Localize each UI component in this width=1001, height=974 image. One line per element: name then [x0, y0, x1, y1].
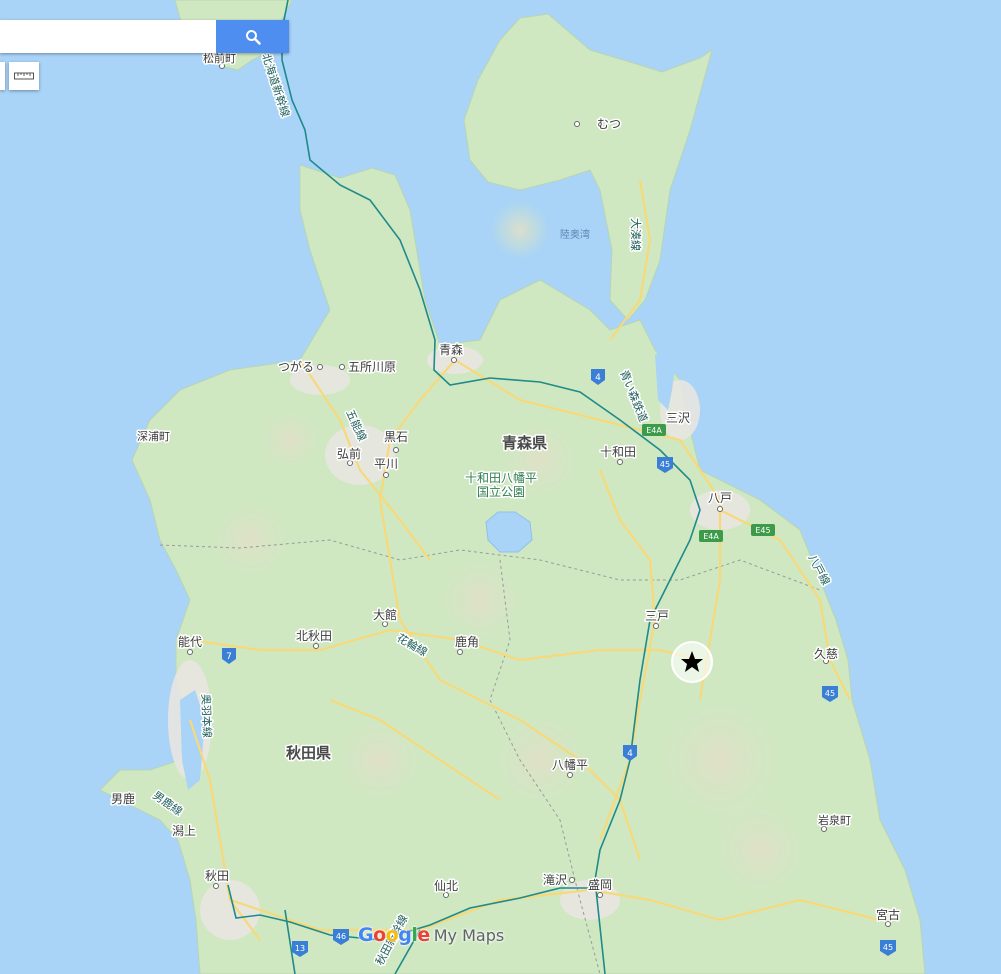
city-label-towada: 十和田	[600, 445, 636, 459]
city-label-hachinohe: 八戸	[708, 491, 732, 505]
map-canvas[interactable]: 青森県 秋田県 十和田八幡平 国立公園 陸奥湾 松前町 むつ 青森 つがる 五所	[0, 0, 1001, 974]
google-logo: Google	[358, 924, 430, 946]
city-label-noshiro: 能代	[178, 635, 202, 649]
city-label-iwaizumi: 岩泉町	[818, 813, 851, 827]
road-shield-r45-a-label: 45	[660, 460, 670, 469]
google-logo-letter-4: g	[398, 924, 412, 946]
city-label-kitaakita: 北秋田	[296, 629, 332, 643]
google-logo-letter-1: G	[358, 924, 374, 946]
road-shield-r7-label: 7	[226, 652, 232, 662]
google-my-maps-attribution: Google My Maps	[358, 923, 504, 947]
city-label-akita: 秋田	[205, 869, 229, 883]
city-label-aomori: 青森	[439, 342, 463, 357]
sea-label-mutsu-bay: 陸奥湾	[560, 228, 590, 241]
road-shield-r45-b-label: 45	[825, 689, 835, 698]
search-button[interactable]	[216, 20, 289, 53]
ruler-icon	[14, 72, 34, 80]
search-input[interactable]	[0, 20, 216, 53]
city-label-mutsu: むつ	[597, 117, 621, 131]
city-label-oga: 男鹿	[111, 791, 135, 806]
city-label-katagami: 潟上	[172, 824, 196, 838]
pref-label-akita: 秋田県	[286, 744, 331, 762]
road-shield-e45: E45	[751, 524, 775, 536]
search-bar	[0, 20, 289, 53]
city-label-semboku: 仙北	[434, 879, 458, 893]
google-logo-letter-3: o	[385, 924, 399, 946]
road-shield-r13-label: 13	[295, 944, 305, 953]
city-label-miyako: 宮古	[876, 907, 900, 922]
city-label-tsugaru: つがる	[278, 359, 314, 374]
city-label-takizawa: 滝沢	[543, 873, 567, 887]
pref-label-aomori: 青森県	[502, 434, 547, 452]
search-icon	[245, 29, 261, 45]
map-marker[interactable]	[671, 641, 713, 683]
google-logo-letter-2: o	[373, 924, 386, 946]
city-label-hachimantai: 八幡平	[552, 757, 588, 772]
park-label-line1: 十和田八幡平	[465, 470, 537, 485]
road-shield-r4-north-label: 4	[595, 373, 601, 383]
city-label-kazuno: 鹿角	[455, 634, 479, 649]
measure-distance-button[interactable]	[9, 62, 39, 90]
city-label-kuroishi: 黒石	[384, 430, 408, 444]
rail-label-ou: 奥羽本線	[199, 694, 215, 738]
city-label-matsumae: 松前町	[203, 51, 236, 65]
road-shield-e45-label: E45	[755, 526, 770, 535]
city-label-fukaura: 深浦町	[137, 430, 170, 443]
city-label-hirosaki: 弘前	[337, 446, 361, 461]
park-label-line2: 国立公園	[477, 484, 525, 499]
toolbar-button-partial[interactable]	[0, 62, 5, 90]
product-name: My Maps	[433, 925, 505, 945]
road-shield-e4a-south-label: E4A	[703, 532, 719, 541]
city-label-misawa: 三沢	[666, 411, 690, 425]
city-label-kuji: 久慈	[814, 646, 838, 661]
city-label-sannohe: 三戸	[645, 609, 669, 623]
city-label-goshogawara: 五所川原	[348, 360, 396, 374]
rail-label-ominato: 大湊線	[629, 218, 643, 251]
road-shield-e4a-north-label: E4A	[646, 426, 662, 435]
road-shield-r46-label: 46	[336, 932, 346, 941]
road-shield-r45-c-label: 45	[883, 943, 893, 952]
road-shield-e4a-south: E4A	[699, 530, 723, 542]
road-shield-r4-south-label: 4	[627, 749, 633, 759]
city-label-morioka: 盛岡	[588, 877, 612, 892]
city-label-hirakawa: 平川	[374, 457, 398, 471]
google-logo-letter-6: e	[417, 924, 430, 946]
city-label-odate: 大館	[373, 607, 397, 622]
road-shield-e4a-north: E4A	[642, 424, 666, 436]
